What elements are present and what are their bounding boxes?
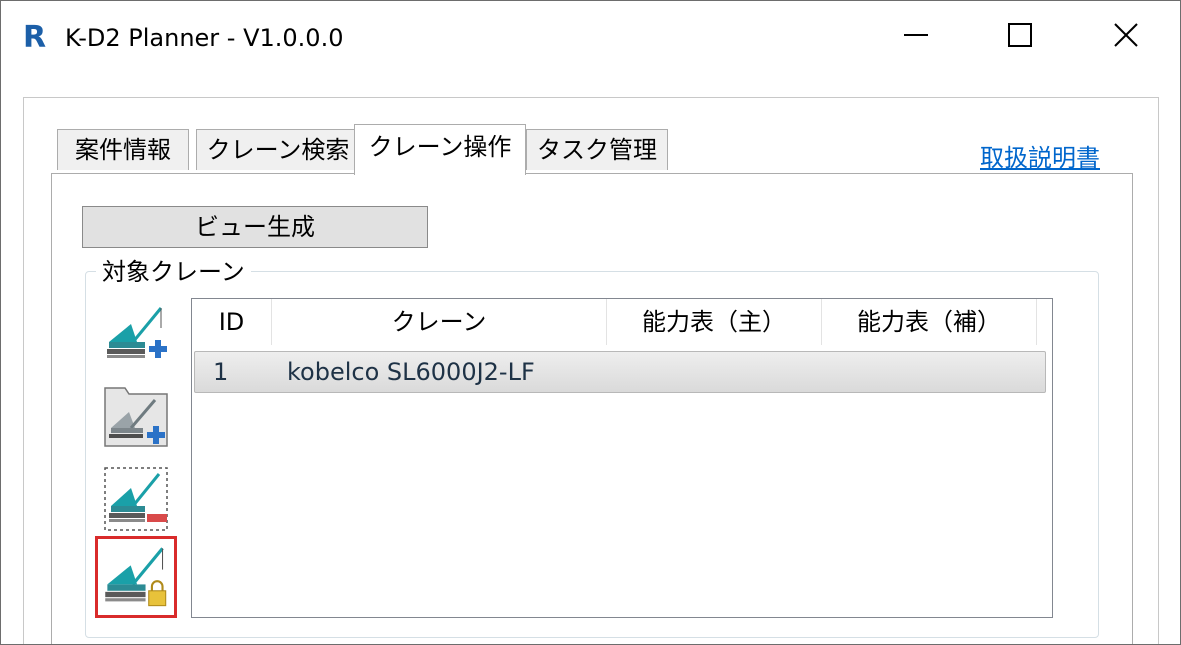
minimize-button[interactable] [881,9,951,61]
manual-link[interactable]: 取扱説明書 [980,138,1100,173]
window-title: K-D2 Planner - V1.0.0.0 [65,24,344,52]
group-label: 対象クレーン [96,258,251,286]
tab-project-info[interactable]: 案件情報 [57,129,189,170]
minimize-icon [904,34,928,36]
client-area: 案件情報 クレーン検索 クレーン操作 タスク管理 取扱説明書 ビュー生成 対象ク… [23,97,1159,644]
column-header-crane[interactable]: クレーン [272,299,607,345]
tab-crane-search[interactable]: クレーン検索 [196,129,360,170]
title-bar[interactable]: R K-D2 Planner - V1.0.0.0 [1,1,1180,73]
add-crane-icon [107,307,167,358]
tab-crane-operation[interactable]: クレーン操作 [354,124,526,175]
generate-view-button[interactable]: ビュー生成 [82,206,428,248]
tab-task-management[interactable]: タスク管理 [526,129,668,170]
add-crane-from-folder-button[interactable] [99,380,173,454]
column-header-aux-capacity[interactable]: 能力表（補） [822,299,1037,345]
lock-crane-icon [105,547,167,607]
close-icon [1114,23,1138,47]
target-crane-group: 対象クレーン ID クレーン 能力表（主） 能力表（補） 1 kobelco S… [85,258,1099,638]
table-header: ID クレーン 能力表（主） 能力表（補） [192,299,1052,345]
remove-crane-button[interactable] [99,462,173,536]
app-window: R K-D2 Planner - V1.0.0.0 案件情報 クレーン検索 クレ… [0,0,1181,645]
remove-crane-icon [104,467,168,531]
table-row[interactable]: 1 kobelco SL6000J2-LF [194,351,1046,393]
close-button[interactable] [1091,9,1161,61]
add-crane-from-folder-icon [104,387,168,447]
cell-id: 1 [213,358,229,386]
maximize-icon [1008,23,1032,47]
app-logo-icon: R [23,20,47,55]
cell-crane: kobelco SL6000J2-LF [287,358,535,386]
add-crane-button[interactable] [99,298,173,372]
column-header-id[interactable]: ID [192,299,272,345]
column-header-main-capacity[interactable]: 能力表（主） [607,299,822,345]
maximize-button[interactable] [985,9,1055,61]
crane-table[interactable]: ID クレーン 能力表（主） 能力表（補） 1 kobelco SL6000J2… [191,298,1053,618]
tab-panel-crane-operation: ビュー生成 対象クレーン ID クレーン 能力表（主） 能力表（補） 1 kob… [51,173,1133,644]
lock-crane-button[interactable] [95,536,177,618]
